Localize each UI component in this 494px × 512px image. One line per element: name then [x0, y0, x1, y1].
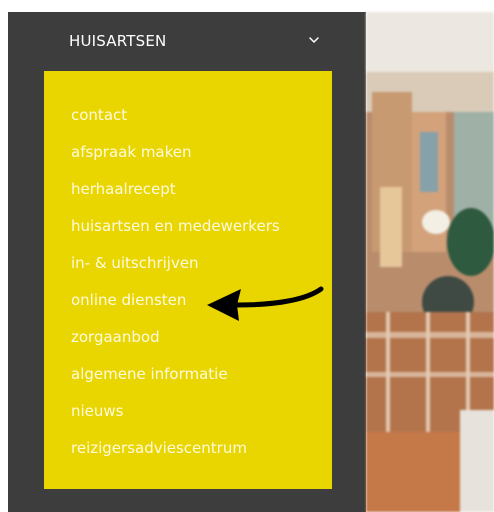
dropdown-menu: contact afspraak maken herhaalrecept huisar…: [44, 71, 332, 489]
menu-item-herhaalrecept[interactable]: herhaalrecept: [71, 180, 176, 198]
menu-item-online-diensten[interactable]: online diensten: [71, 291, 186, 309]
menu-item-algemene-informatie[interactable]: algemene informatie: [71, 365, 228, 383]
menu-item-in-uitschrijven[interactable]: in- & uitschrijven: [71, 254, 199, 272]
menu-item-contact[interactable]: contact: [71, 106, 127, 124]
background-photo: [366, 12, 494, 512]
chevron-down-icon[interactable]: [309, 36, 319, 44]
menu-item-nieuws[interactable]: nieuws: [71, 402, 124, 420]
menu-item-huisartsen-en-medewerkers[interactable]: huisartsen en medewerkers: [71, 217, 280, 235]
arrow-left-icon: [207, 286, 324, 321]
menu-item-afspraak-maken[interactable]: afspraak maken: [71, 143, 192, 161]
menu-item-reizigersadviescentrum[interactable]: reizigersadviescentrum: [71, 439, 247, 457]
menu-item-zorgaanbod[interactable]: zorgaanbod: [71, 328, 160, 346]
nav-header-huisartsen[interactable]: HUISARTSEN: [69, 32, 166, 50]
